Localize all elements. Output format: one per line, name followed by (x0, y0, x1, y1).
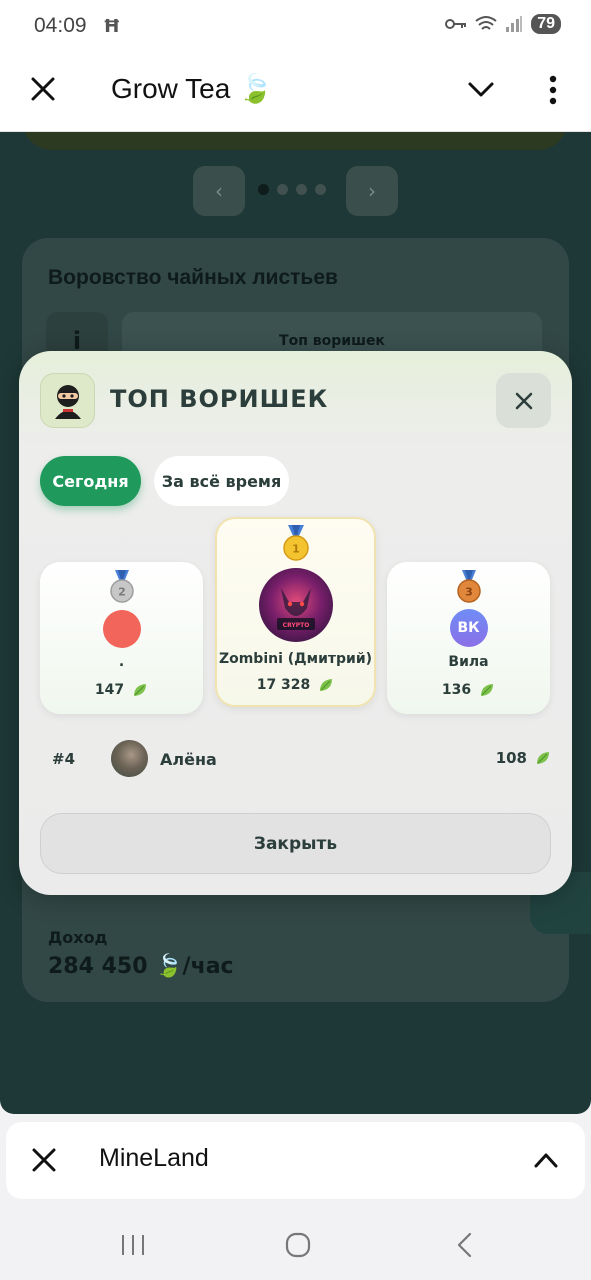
top-thieves-modal: ТОП ВОРИШЕК Сегодня За всё время 2 . 147… (19, 351, 572, 895)
leaf-icon (537, 752, 549, 764)
list-item[interactable]: #4 Алёна 108 (40, 737, 551, 781)
next-button[interactable]: › (346, 166, 398, 216)
app-header: Grow Tea 🍃 (0, 56, 591, 132)
app-title: Grow Tea 🍃 (111, 73, 273, 104)
podium-score-value: 136 (441, 682, 472, 698)
podium-score-value: 147 (94, 682, 125, 698)
notification-icon: Ħ (103, 16, 121, 37)
rank-number: #4 (52, 750, 76, 768)
wifi-icon (475, 16, 497, 30)
signal-icon (506, 16, 523, 32)
podium-name: Zombini (Дмитрий) (218, 651, 373, 667)
recent-apps-icon[interactable] (118, 1230, 148, 1260)
podium-score-value: 17 328 (256, 677, 311, 693)
podium-first[interactable]: 1 CRYPTO Zombini (Дмитрий) 17 328 (215, 517, 376, 707)
back-icon[interactable] (450, 1230, 480, 1260)
tab-today[interactable]: Сегодня (40, 456, 141, 506)
battery-level: 79 (531, 14, 561, 34)
carousel-dots (258, 184, 326, 195)
podium-score: 17 328 (217, 677, 374, 693)
close-icon[interactable] (28, 74, 58, 104)
bottom-app-title: MineLand (99, 1144, 209, 1172)
podium-score: 136 (387, 682, 550, 698)
svg-text:1: 1 (292, 543, 300, 556)
leaf-icon (320, 679, 333, 691)
chevron-up-icon[interactable] (532, 1148, 560, 1172)
tab-all-time[interactable]: За всё время (154, 456, 289, 506)
system-nav-bar (0, 1210, 591, 1280)
card-title: Воровство чайных листьев (48, 266, 338, 289)
podium-score: 147 (40, 682, 203, 698)
modal-title: ТОП ВОРИШЕК (110, 385, 329, 413)
status-bar: 04:09 Ħ 79 (0, 0, 591, 56)
income-label: Доход (48, 928, 108, 947)
close-button[interactable] (496, 373, 551, 428)
ninja-icon (40, 373, 95, 428)
banner-image (22, 132, 568, 150)
svg-text:2: 2 (118, 586, 126, 599)
avatar-initials: ВК (457, 620, 480, 636)
row-score: 108 (496, 749, 551, 767)
close-icon[interactable] (30, 1146, 58, 1174)
bronze-medal-icon: 3 (456, 570, 481, 603)
row-name: Алёна (160, 750, 217, 769)
podium-third[interactable]: 3 ВК Вила 136 (387, 562, 550, 714)
leaf-icon (481, 684, 494, 696)
close-modal-button[interactable]: Закрыть (40, 813, 551, 874)
avatar (111, 740, 148, 777)
avatar: CRYPTO (258, 568, 333, 642)
svg-text:CRYPTO: CRYPTO (282, 622, 309, 629)
row-score-value: 108 (495, 749, 527, 767)
silver-medal-icon: 2 (109, 570, 134, 603)
avatar: ВК (449, 609, 488, 647)
chevron-down-icon[interactable] (466, 78, 496, 102)
gold-medal-icon: 1 (282, 525, 309, 561)
status-icons: 79 (445, 14, 561, 34)
prev-button[interactable]: ‹ (193, 166, 245, 216)
bottom-app-bar: MineLand (6, 1122, 585, 1199)
home-icon[interactable] (283, 1230, 313, 1260)
close-icon (515, 392, 532, 409)
key-icon (445, 19, 467, 29)
podium-name: Вила (448, 654, 489, 670)
podium-second[interactable]: 2 . 147 (40, 562, 203, 714)
income-value: 284 450 🍃/час (48, 954, 234, 979)
svg-text:3: 3 (465, 586, 473, 599)
status-time: 04:09 (34, 14, 87, 37)
podium-name: . (118, 654, 125, 670)
avatar (102, 610, 141, 648)
more-vert-icon[interactable] (544, 74, 562, 106)
leaf-icon (134, 684, 147, 696)
